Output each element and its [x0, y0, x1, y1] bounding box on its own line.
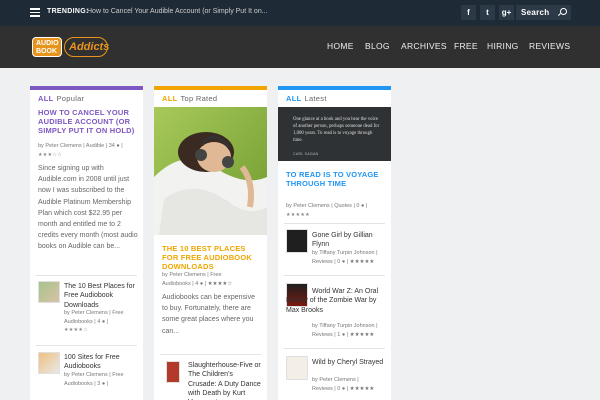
popular-feature-title[interactable]: HOW TO CANCEL YOUR AUDIBLE ACCOUNT (OR S…: [38, 108, 138, 135]
trending-label: TRENDING:: [47, 8, 89, 15]
item-thumbnail[interactable]: [166, 361, 180, 383]
latest-item-title[interactable]: World War Z: An Oral History of the Zomb…: [286, 287, 387, 315]
google-plus-icon[interactable]: g+: [499, 5, 514, 20]
divider: [160, 354, 261, 355]
divider: [36, 275, 137, 276]
popular-feature-stars: ★★★☆☆: [38, 152, 62, 158]
divider: [284, 275, 385, 276]
latest-item-title[interactable]: Gone Girl by Gillian Flynn: [312, 231, 386, 250]
trending-link[interactable]: How to Cancel Your Audible Account (or S…: [87, 8, 268, 15]
top-rated-feature-excerpt: Audiobooks can be expensive to buy. Fort…: [162, 294, 256, 335]
latest-feature-title[interactable]: TO READ IS TO VOYAGE THROUGH TIME: [286, 170, 386, 188]
search-label: Search: [521, 8, 550, 17]
latest-all-tab[interactable]: ALL: [286, 94, 301, 103]
quote-image-text: One glance at a book and you hear the vo…: [293, 117, 380, 143]
nav-home[interactable]: HOME: [327, 41, 354, 51]
latest-feature-stars: ★★★★★: [286, 212, 310, 218]
logo-text-book: BOOK: [36, 48, 57, 55]
top-rated-header: ALL Top Rated: [154, 90, 267, 104]
top-bar: TRENDING: How to Cancel Your Audible Acc…: [0, 0, 600, 26]
popular-feature-meta: by Peter Clemens | Audible | 34 ● |: [38, 143, 123, 149]
item-thumbnail[interactable]: [38, 352, 60, 374]
popular-column: ALL Popular HOW TO CANCEL YOUR AUDIBLE AC…: [30, 86, 143, 400]
divider: [284, 348, 385, 349]
nav-free[interactable]: FREE: [454, 41, 478, 51]
latest-item-meta: Reviews | 0 ● | ★★★★★: [312, 386, 375, 392]
latest-item-meta: Reviews | 0 ● | ★★★★★: [312, 259, 375, 265]
top-rated-feature-meta: Audiobooks | 4 ● | ★★★★☆: [162, 281, 233, 287]
woman-listening-headphones-image: [154, 107, 267, 235]
logo-text-addicts: Addicts: [69, 41, 110, 53]
nav-reviews[interactable]: REVIEWS: [529, 41, 570, 51]
search-box[interactable]: Search: [516, 5, 571, 20]
latest-item-title[interactable]: Wild by Cheryl Strayed: [312, 358, 386, 367]
nav-hiring[interactable]: HIRING: [487, 41, 519, 51]
popular-item-meta: by Peter Clemens | Free: [64, 310, 124, 316]
top-rated-column: ALL Top Rated THE 10 BEST PLACES FOR FREE…: [154, 86, 267, 400]
item-thumbnail[interactable]: [286, 356, 308, 380]
feature-image[interactable]: [154, 107, 267, 235]
popular-label: Popular: [56, 94, 85, 103]
popular-header: ALL Popular: [30, 90, 143, 104]
popular-item-meta: Audiobooks | 3 ● |: [64, 381, 109, 387]
popular-item-meta: by Peter Clemens | Free: [64, 372, 124, 378]
logo-wordmark: Addicts: [64, 37, 110, 57]
logo-text-audio: AUDIO: [36, 40, 59, 47]
divider: [36, 345, 137, 346]
popular-item-meta: Audiobooks | 4 ● |: [64, 319, 109, 325]
facebook-icon[interactable]: f: [461, 5, 476, 20]
top-rated-all-tab[interactable]: ALL: [162, 94, 177, 103]
latest-label: Latest: [304, 94, 327, 103]
top-rated-item-title[interactable]: Slaughterhouse-Five or The Children's Cr…: [188, 361, 263, 400]
latest-item-meta: by Tiffany Turpin Johnson |: [312, 250, 378, 256]
nav-archives[interactable]: ARCHIVES: [401, 41, 447, 51]
divider: [284, 223, 385, 224]
latest-header: ALL Latest: [278, 90, 391, 104]
popular-item-title[interactable]: The 10 Best Places for Free Audiobook Do…: [64, 282, 138, 310]
popular-feature-excerpt: Since signing up with Audible.com in 200…: [38, 165, 138, 251]
quote-image-author: CARL SAGAN: [293, 152, 319, 156]
top-rated-feature-meta: by Peter Clemens | Free: [162, 272, 222, 278]
nav-blog[interactable]: BLOG: [365, 41, 390, 51]
latest-item-meta: by Tiffany Turpin Johnson |: [312, 323, 378, 329]
latest-item-meta: Reviews | 1 ● | ★★★★★: [312, 332, 375, 338]
popular-item-title[interactable]: 100 Sites for Free Audiobooks: [64, 353, 138, 372]
quote-image[interactable]: One glance at a book and you hear the vo…: [278, 107, 391, 161]
top-rated-feature-title[interactable]: THE 10 BEST PLACES FOR FREE AUDIOBOOK DO…: [162, 244, 262, 271]
twitter-icon[interactable]: t: [480, 5, 495, 20]
latest-item-meta: by Peter Clemens |: [312, 377, 359, 383]
menu-icon[interactable]: [30, 8, 40, 17]
latest-column: ALL Latest One glance at a book and you h…: [278, 86, 391, 400]
logo-badge: AUDIO BOOK: [32, 37, 62, 57]
popular-all-tab[interactable]: ALL: [38, 94, 53, 103]
popular-item-stars: ★★★★☆: [64, 327, 88, 333]
top-rated-label: Top Rated: [180, 94, 218, 103]
item-thumbnail[interactable]: [286, 229, 308, 253]
latest-feature-meta: by Peter Clemens | Quotes | 0 ● |: [286, 203, 368, 209]
item-thumbnail[interactable]: [38, 281, 60, 303]
search-icon[interactable]: [560, 8, 567, 15]
